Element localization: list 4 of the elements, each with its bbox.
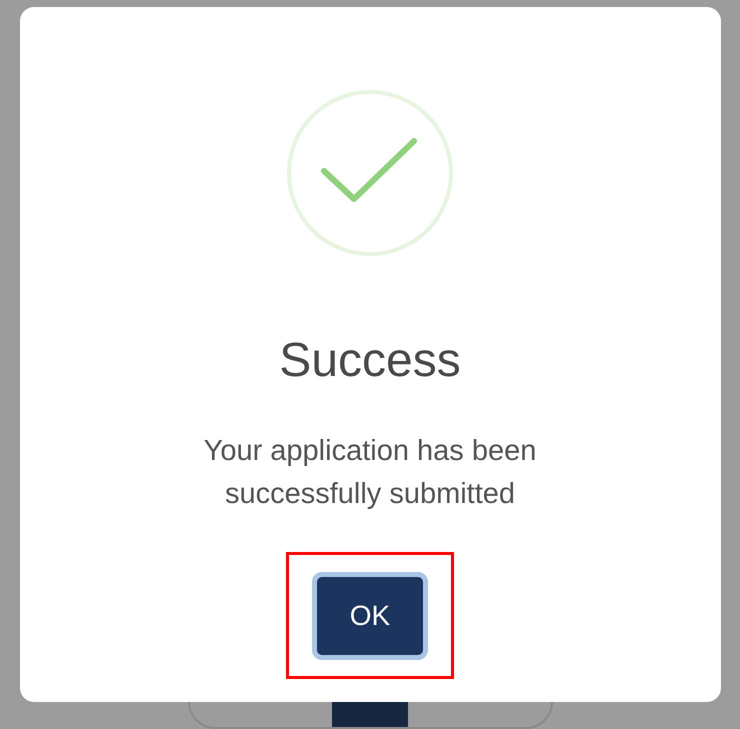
checkmark-icon <box>286 89 454 257</box>
dialog-title: Success <box>279 337 461 385</box>
dialog-message: Your application has been successfully submitted <box>202 434 538 512</box>
ok-button[interactable]: OK <box>312 572 428 660</box>
